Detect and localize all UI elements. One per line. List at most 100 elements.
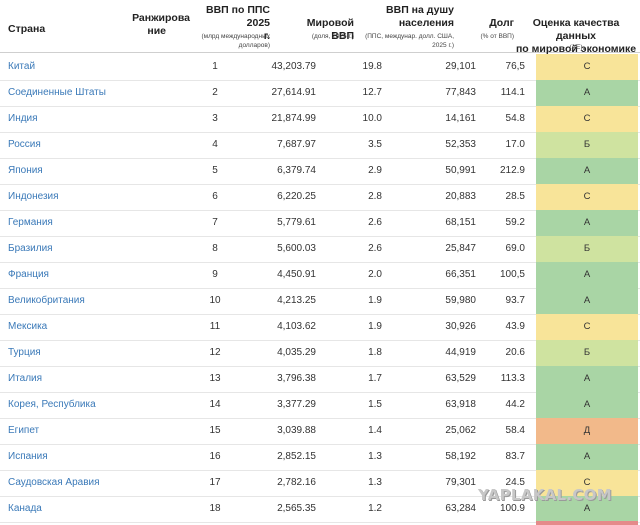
gdp-per-capita-cell: 14,161 [445,113,476,124]
rank-cell: 7 [212,217,218,228]
country-link[interactable]: Канада [8,496,42,522]
debt-cell: 113.3 [500,373,525,384]
rank-cell: 4 [212,139,218,150]
gdp-per-capita-cell: 59,980 [445,295,476,306]
gdp-per-capita-cell: 50,991 [445,165,476,176]
gdp-ppp-cell: 6,379.74 [277,165,316,176]
rank-cell: 5 [212,165,218,176]
world-gdp-share-cell: 10.0 [362,113,382,124]
country-link[interactable]: Египет [8,418,39,444]
country-link[interactable]: Мексика [8,314,47,340]
world-gdp-share-cell: 1.9 [368,321,382,332]
debt-cell: 28.5 [505,191,525,202]
header-country: Страна [8,23,46,35]
rank-cell: 14 [209,399,221,410]
gdp-ppp-cell: 5,779.61 [277,217,316,228]
gdp-ppp-cell: 7,687.97 [277,139,316,150]
country-link[interactable]: Соединенные Штаты [8,80,106,106]
debt-cell: 58.4 [505,425,525,436]
header-gdp-sub: (млрд международных долларов) [186,32,271,50]
table-row: Египет 15 3,039.88 1.4 25,062 58.4 Д [0,418,640,445]
country-link[interactable]: Великобритания [8,288,85,314]
gdp-per-capita-cell: 29,101 [445,61,476,72]
debt-cell: 59.2 [505,217,525,228]
country-link[interactable]: Бразилия [8,236,53,262]
gdp-per-capita-cell: 77,843 [445,87,476,98]
world-gdp-share-cell: 1.5 [368,399,382,410]
world-gdp-share-cell: 2.8 [368,191,382,202]
watermark: YAPLAKAL.COM [478,486,612,504]
country-link[interactable]: Корея, Республика [8,392,96,418]
gdp-per-capita-cell: 25,847 [445,243,476,254]
gdp-ppp-cell: 21,874.99 [271,113,317,124]
gdp-per-capita-cell: 66,351 [445,269,476,280]
country-link[interactable]: Индия [8,106,38,132]
table-row: Индонезия 6 6,220.25 2.8 20,883 28.5 С [0,184,640,211]
country-link[interactable]: Япония [8,158,43,184]
debt-cell: 44.2 [505,399,525,410]
world-gdp-share-cell: 1.8 [368,347,382,358]
rank-cell: 10 [209,295,221,306]
country-link[interactable]: Индонезия [8,184,59,210]
gdp-ppp-cell: 43,203.79 [271,61,317,72]
data-quality-grade-cell: С [536,314,638,340]
world-gdp-share-cell: 19.8 [362,61,382,72]
data-quality-grade-cell: Б [536,340,638,366]
table-row: Франция 9 4,450.91 2.0 66,351 100,5 А [0,262,640,289]
rank-cell: 1 [212,61,218,72]
country-link[interactable]: Турция [8,340,41,366]
header-grade-line1: Оценка качества данных [532,17,620,42]
country-link[interactable]: Саудовская Аравия [8,470,100,496]
rank-cell: 3 [212,113,218,124]
header-rank: Ранжирова ние [128,12,190,38]
header-rank-line1: Ранжирова [132,12,190,24]
data-quality-grade-cell: А [536,210,638,236]
debt-cell: 54.8 [505,113,525,124]
header-rank-line2: ние [147,25,166,37]
country-link[interactable]: Германия [8,210,53,236]
table-row: Индия 3 21,874.99 10.0 14,161 54.8 С [0,106,640,133]
rank-cell: 17 [209,477,221,488]
country-link[interactable]: Испания [8,444,48,470]
gdp-per-capita-cell: 58,192 [445,451,476,462]
gdp-ppp-cell: 4,035.29 [277,347,316,358]
data-quality-grade-cell: А [536,366,638,392]
data-quality-grade-cell: А [536,158,638,184]
data-quality-grade-cell: Б [536,132,638,158]
gdp-ppp-cell: 3,377.29 [277,399,316,410]
country-link[interactable]: Франция [8,262,49,288]
rank-cell: 13 [209,373,221,384]
world-gdp-share-cell: 1.9 [368,295,382,306]
table-row: Мексика 11 4,103.62 1.9 30,926 43.9 С [0,314,640,341]
header-grade-sub: (АЕ) [569,44,583,51]
debt-cell: 100,5 [499,269,525,280]
header-pc: ВВП на душу населения [372,4,454,30]
debt-cell: 93.7 [505,295,525,306]
rank-cell: 9 [212,269,218,280]
debt-cell: 17.0 [505,139,525,150]
gdp-ppp-cell: 2,565.35 [277,503,316,514]
rank-cell: 2 [212,87,218,98]
country-link[interactable]: Италия [8,366,42,392]
data-quality-grade-cell: С [536,54,638,80]
table-row: Бразилия 8 5,600.03 2.6 25,847 69.0 Б [0,236,640,263]
header-gdp-line1: ВВП по ППС 2025 [206,4,270,29]
header-pc-sub2: 2025 г.) [432,42,454,49]
gdp-ppp-cell: 4,213.25 [277,295,316,306]
debt-cell: 76,5 [505,61,525,72]
data-quality-grade-cell: А [536,444,638,470]
data-quality-grade-cell: А [536,80,638,106]
country-link[interactable]: Китай [8,54,35,80]
gdp-per-capita-cell: 63,529 [445,373,476,384]
header-pc-line1: ВВП на душу [386,4,454,16]
header-share-sub: (доля, 2025 г.) [311,33,354,40]
country-link[interactable]: Россия [8,132,41,158]
header-debt: Долг [489,17,514,29]
data-quality-grade-cell: Б [536,236,638,262]
gdp-ppp-cell: 2,782.16 [277,477,316,488]
table-row: Соединенные Штаты 2 27,614.91 12.7 77,843 114… [0,80,640,107]
gdp-ppp-cell: 4,450.91 [277,269,316,280]
table-row: Германия 7 5,779.61 2.6 68,151 59.2 А [0,210,640,237]
table-row: Корея, Республика 14 3,377.29 1.5 63,918 44.2… [0,392,640,419]
world-gdp-share-cell: 1.3 [368,451,382,462]
